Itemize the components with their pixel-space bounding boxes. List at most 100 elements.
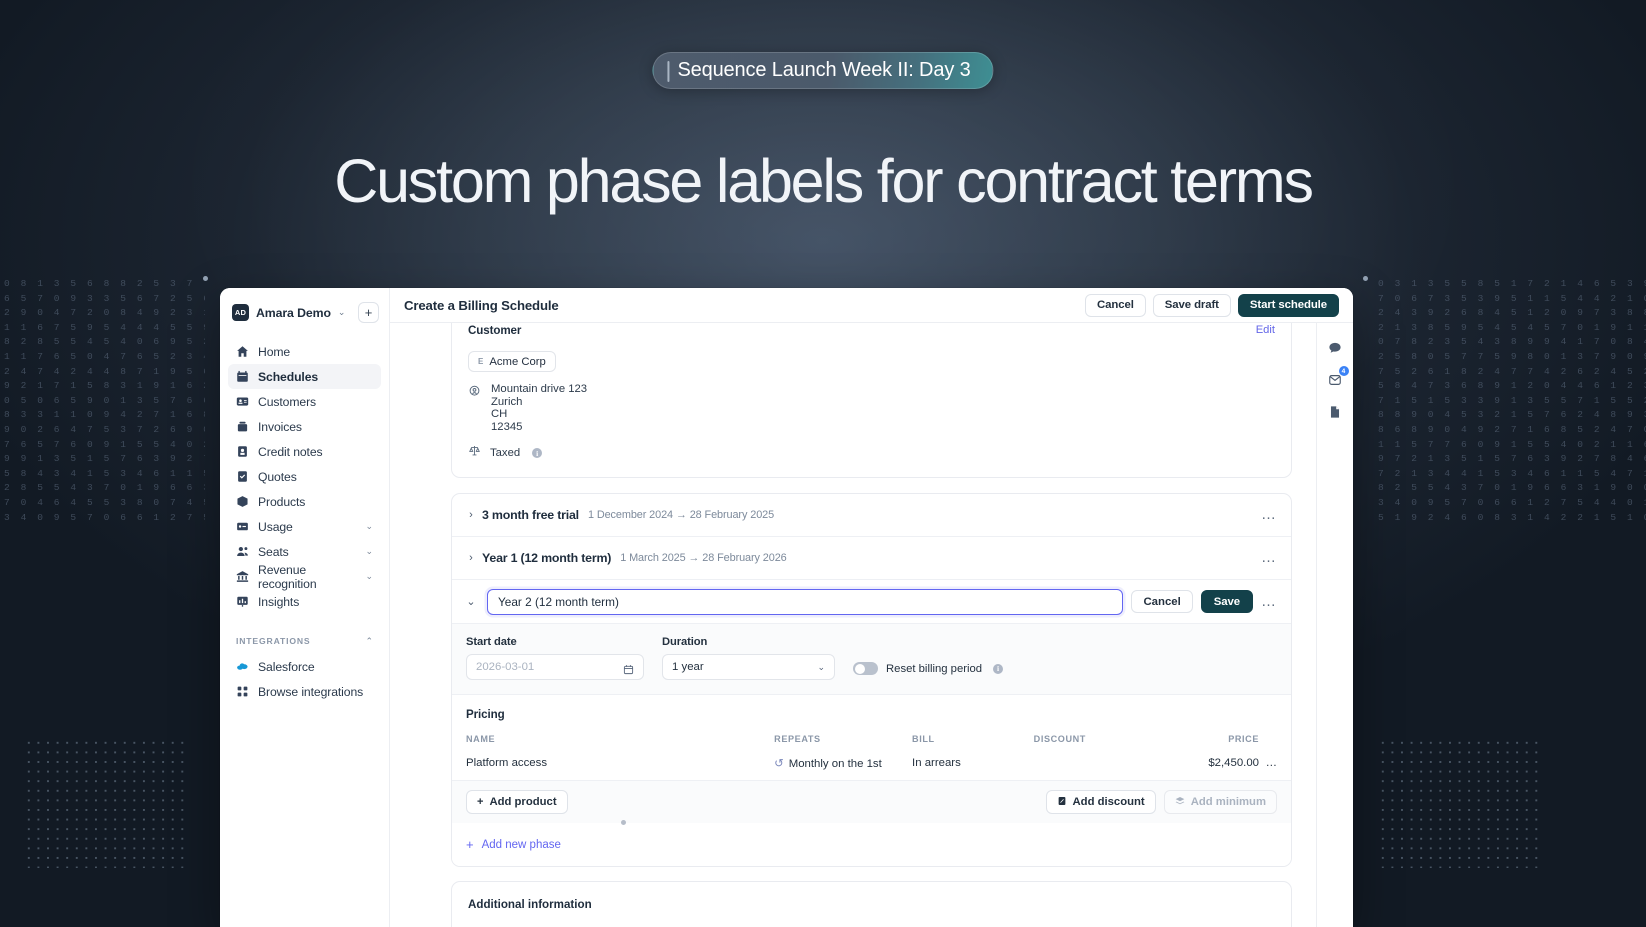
add-minimum-button[interactable]: Add minimum	[1163, 790, 1277, 815]
sidebar-item-seats[interactable]: Seats ⌄	[228, 539, 381, 564]
seats-icon	[236, 545, 249, 558]
add-product-button[interactable]: + Add product	[466, 790, 568, 815]
phase-menu-icon[interactable]: …	[1261, 507, 1277, 522]
document-icon[interactable]	[1325, 401, 1346, 422]
save-draft-button[interactable]: Save draft	[1152, 293, 1231, 317]
phase-dates: 1 March 2025 → 28 February 2026	[620, 552, 787, 565]
insights-icon	[236, 595, 249, 608]
plus-icon: +	[466, 837, 474, 853]
sidebar-item-home[interactable]: Home	[228, 339, 381, 364]
phase-start-date: 1 March 2025	[620, 552, 686, 565]
sidebar-item-quotes[interactable]: Quotes	[228, 464, 381, 489]
sidebar-item-label: Schedules	[258, 369, 319, 384]
cancel-phase-name-button[interactable]: Cancel	[1131, 590, 1193, 614]
cancel-button[interactable]: Cancel	[1085, 293, 1146, 317]
table-row[interactable]: Platform access ↺ Monthly on the 1st In a…	[466, 756, 1277, 780]
sidebar-item-customers[interactable]: Customers	[228, 389, 381, 414]
sidebar-item-products[interactable]: Products	[228, 489, 381, 514]
app-window: AD Amara Demo ⌄ + Home Schedules Custome…	[220, 288, 1353, 927]
crop-marker-top-left	[203, 276, 208, 281]
add-new-button[interactable]: +	[358, 302, 379, 323]
chevron-down-icon: ⌄	[365, 521, 373, 531]
additional-information-card[interactable]: Additional information	[451, 881, 1292, 927]
chevron-down-icon: ⌄	[365, 546, 373, 556]
sidebar-item-label: Insights	[258, 594, 300, 609]
chevron-right-icon[interactable]: ›	[463, 509, 479, 521]
address-line-2: Zurich	[491, 395, 523, 408]
save-phase-name-button[interactable]: Save	[1200, 590, 1253, 614]
calendar-icon[interactable]	[623, 662, 634, 674]
duration-label: Duration	[662, 636, 708, 649]
sidebar-item-label: Salesforce	[258, 659, 315, 674]
hero-title: Custom phase labels for contract terms	[334, 147, 1314, 215]
start-date-label: Start date	[466, 636, 517, 649]
sidebar-item-revenue-recognition[interactable]: Revenue recognition ⌄	[228, 562, 381, 591]
sidebar-item-credit-notes[interactable]: Credit notes	[228, 439, 381, 464]
pricing-title: Pricing	[466, 708, 505, 722]
chat-icon[interactable]	[1325, 337, 1346, 358]
main-pane: Create a Billing Schedule Cancel Save dr…	[390, 288, 1353, 927]
chevron-down-icon: ⌄	[337, 307, 346, 317]
sidebar-item-invoices[interactable]: Invoices	[228, 414, 381, 439]
sidebar-item-salesforce[interactable]: Salesforce	[228, 654, 381, 679]
pricing-table-head: NAME REPEATS BILL DISCOUNT PRICE	[466, 734, 1277, 756]
chevron-up-icon: ⌃	[365, 635, 373, 646]
phase-row[interactable]: › 3 month free trial 1 December 2024 → 2…	[452, 494, 1291, 538]
org-switcher[interactable]: AD Amara Demo ⌄ +	[228, 298, 381, 327]
phase-row[interactable]: › Year 1 (12 month term) 1 March 2025 → …	[452, 537, 1291, 581]
sidebar-item-usage[interactable]: Usage ⌄	[228, 514, 381, 539]
sidebar-item-label: Seats	[258, 544, 289, 559]
info-icon[interactable]: i	[532, 448, 543, 459]
chevron-right-icon[interactable]: ›	[463, 552, 479, 564]
info-icon[interactable]: i	[993, 663, 1004, 674]
scales-icon	[468, 444, 481, 462]
chevron-down-icon[interactable]: ⌄	[463, 595, 479, 608]
start-date-input[interactable]: 2026-03-01	[466, 654, 644, 681]
address-line-1: Mountain drive 123	[491, 383, 588, 395]
add-minimum-label: Add minimum	[1190, 796, 1266, 809]
contact-card-icon	[236, 395, 249, 408]
right-rail: 4	[1316, 323, 1353, 927]
header-actions: Cancel Save draft Start schedule	[1085, 293, 1339, 317]
add-discount-button[interactable]: Add discount	[1045, 790, 1156, 815]
address-line-4: 12345	[491, 420, 523, 433]
customer-chip[interactable]: E Acme Corp	[468, 351, 556, 372]
reset-billing-period-label: Reset billing period	[886, 662, 983, 675]
phase-menu-icon[interactable]: …	[1261, 594, 1277, 609]
customer-address-row: Mountain drive 123 Zurich CH 12345	[468, 383, 1275, 433]
quote-icon	[236, 470, 249, 483]
sidebar-item-label: Credit notes	[258, 444, 323, 459]
duration-value: 1 year	[672, 661, 704, 674]
column-header-repeats: REPEATS	[774, 734, 821, 745]
phase-name-input[interactable]	[487, 588, 1124, 615]
launch-week-pill: Sequence Launch Week II: Day 3	[652, 52, 994, 89]
sidebar-item-browse-integrations[interactable]: Browse integrations	[228, 679, 381, 704]
phases-card: › 3 month free trial 1 December 2024 → 2…	[451, 493, 1292, 868]
sidebar: AD Amara Demo ⌄ + Home Schedules Custome…	[220, 288, 390, 927]
phase-edit-row: ⌄ Cancel Save …	[452, 580, 1291, 625]
reset-billing-period-toggle[interactable]	[853, 662, 878, 676]
sidebar-item-insights[interactable]: Insights	[228, 589, 381, 614]
chevron-down-icon: ⌄	[365, 571, 373, 581]
crop-marker-top-right	[1363, 276, 1368, 281]
start-date-placeholder: 2026-03-01	[476, 661, 535, 674]
cell-discount	[1034, 756, 1164, 780]
cell-repeats: ↺ Monthly on the 1st	[774, 756, 912, 780]
arrow-icon: →	[675, 509, 687, 522]
decorative-dot-grid-right	[1378, 738, 1538, 868]
sidebar-item-schedules[interactable]: Schedules	[228, 364, 381, 389]
page-header: Create a Billing Schedule Cancel Save dr…	[390, 288, 1353, 323]
start-schedule-button[interactable]: Start schedule	[1237, 293, 1339, 317]
price-row-menu-icon[interactable]: …	[1259, 756, 1277, 780]
phase-menu-icon[interactable]: …	[1261, 550, 1277, 565]
sidebar-section-integrations[interactable]: INTEGRATIONS ⌃	[228, 630, 381, 652]
add-new-phase-button[interactable]: + Add new phase	[452, 823, 1291, 867]
sidebar-item-label: Revenue recognition	[258, 562, 317, 591]
notifications-icon[interactable]: 4	[1325, 366, 1349, 390]
edit-customer-link[interactable]: Edit	[1256, 324, 1275, 336]
column-header-price: PRICE	[1228, 734, 1259, 745]
org-name: Amara Demo	[256, 305, 331, 320]
cell-bill: In arrears	[912, 757, 961, 770]
customer-address: Mountain drive 123 Zurich CH 12345	[491, 383, 587, 433]
duration-select[interactable]: 1 year ⌄	[662, 654, 835, 681]
